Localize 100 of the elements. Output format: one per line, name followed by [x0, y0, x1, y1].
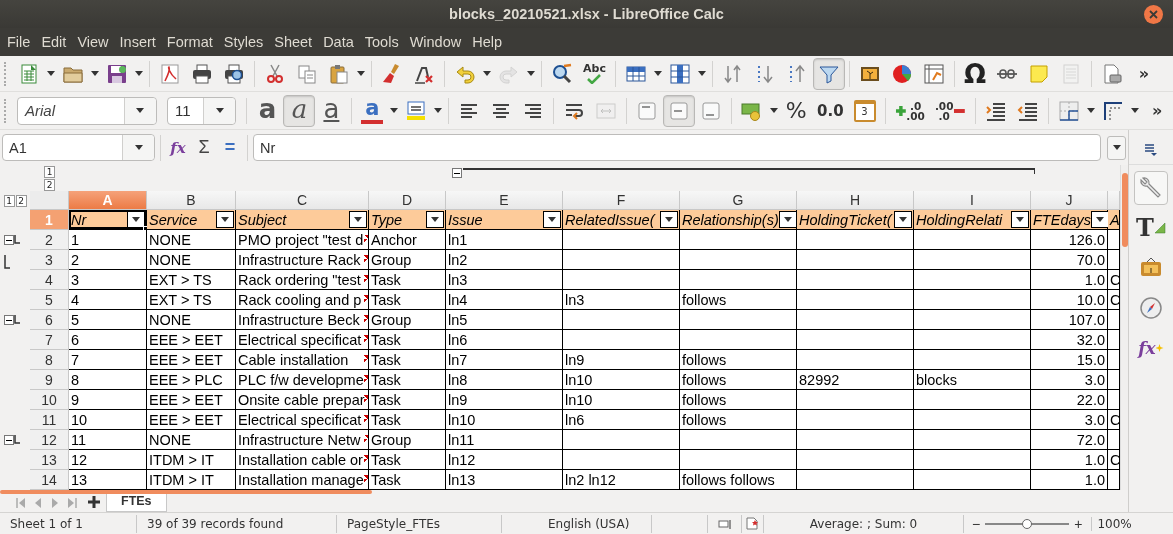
spreadsheet-cell[interactable]: 10.0	[1031, 290, 1108, 310]
functions-button[interactable]: fx	[1134, 331, 1168, 365]
menu-item[interactable]: Insert	[118, 34, 162, 50]
filter-dropdown-button[interactable]	[127, 211, 145, 228]
formula-input-field[interactable]: Nr	[253, 134, 1101, 161]
spreadsheet-cell[interactable]: 70.0	[1031, 250, 1108, 270]
spreadsheet-cell[interactable]: EEE > EET	[147, 330, 236, 350]
spreadsheet-cell[interactable]: EXT > TS	[147, 270, 236, 290]
font-name-field[interactable]: Arial	[17, 96, 157, 125]
spreadsheet-cell[interactable]: Infrastructure Netw	[236, 430, 369, 450]
spreadsheet-cell[interactable]	[1108, 330, 1120, 350]
name-box-field[interactable]: A1	[2, 134, 155, 161]
spreadsheet-cell[interactable]: 7	[69, 350, 147, 370]
sum-button[interactable]: Σ	[192, 134, 216, 161]
spreadsheet-cell[interactable]: Installation cable or	[236, 450, 369, 470]
spreadsheet-cell[interactable]: 9	[69, 390, 147, 410]
spreadsheet-cell[interactable]: 12	[69, 450, 147, 470]
column-header[interactable]: J	[1031, 191, 1108, 210]
collapse-button[interactable]	[4, 315, 14, 325]
spreadsheet-cell[interactable]: Task	[369, 270, 446, 290]
spreadsheet-cell[interactable]: Task	[369, 330, 446, 350]
filter-dropdown-button[interactable]	[1091, 211, 1109, 228]
spreadsheet-cell[interactable]: 32.0	[1031, 330, 1108, 350]
filter-dropdown-button[interactable]	[426, 211, 444, 228]
spreadsheet-cell[interactable]: 15.0	[1031, 350, 1108, 370]
spreadsheet-cell[interactable]	[563, 450, 680, 470]
spreadsheet-cell[interactable]: C	[1108, 410, 1120, 430]
spreadsheet-cell[interactable]: C	[1108, 290, 1120, 310]
close-button[interactable]	[1144, 5, 1163, 24]
row-header[interactable]: 3	[30, 250, 69, 270]
spreadsheet-cell[interactable]: NONE	[147, 430, 236, 450]
spreadsheet-cell[interactable]: Group	[369, 430, 446, 450]
spreadsheet-cell[interactable]: Task	[369, 470, 446, 490]
spreadsheet-cell[interactable]: ln2	[446, 250, 563, 270]
bold-button[interactable]: a	[251, 94, 284, 127]
row-header[interactable]: 6	[30, 310, 69, 330]
spreadsheet-cell[interactable]: Onsite cable prepar	[236, 390, 369, 410]
special-character-button[interactable]: Ω	[958, 57, 992, 90]
font-size-field[interactable]: 11	[166, 96, 237, 125]
spreadsheet-cell[interactable]: 13	[69, 470, 147, 490]
spreadsheet-cell[interactable]	[797, 230, 914, 250]
spreadsheet-cell[interactable]: EXT > TS	[147, 290, 236, 310]
spreadsheet-cell[interactable]: 10	[69, 410, 147, 430]
row-header[interactable]: 11	[30, 410, 69, 430]
spreadsheet-cell[interactable]: Electrical specificat	[236, 330, 369, 350]
zoom-in-button[interactable]: +	[1074, 515, 1083, 532]
row-header[interactable]: 5	[30, 290, 69, 310]
filter-dropdown-button[interactable]	[778, 211, 797, 228]
spreadsheet-cell[interactable]: ln5	[446, 310, 563, 330]
spreadsheet-cell[interactable]: NONE	[147, 310, 236, 330]
spreadsheet-cell[interactable]: follows	[680, 370, 797, 390]
spreadsheet-cell[interactable]	[914, 290, 1031, 310]
spreadsheet-cell[interactable]	[563, 310, 680, 330]
spreadsheet-cell[interactable]	[1108, 250, 1120, 270]
percent-button[interactable]: %	[780, 94, 813, 127]
spreadsheet-cell[interactable]	[680, 230, 797, 250]
spreadsheet-cell[interactable]: 107.0	[1031, 310, 1108, 330]
spreadsheet-cell[interactable]	[914, 430, 1031, 450]
spreadsheet-cell[interactable]: 3.0	[1031, 370, 1108, 390]
spreadsheet-cell[interactable]: ln6	[563, 410, 680, 430]
spreadsheet-cell[interactable]: Group	[369, 310, 446, 330]
spreadsheet-cell[interactable]: 11	[69, 430, 147, 450]
spreadsheet-cell[interactable]	[914, 470, 1031, 490]
spreadsheet-cell[interactable]: ln3	[446, 270, 563, 290]
spreadsheet-cell[interactable]: follows follows	[680, 470, 797, 490]
spreadsheet-cell[interactable]: Infrastructure Beck	[236, 310, 369, 330]
spreadsheet-cell[interactable]: Rack ordering "test	[236, 270, 369, 290]
menu-item[interactable]: Styles	[222, 34, 270, 50]
spreadsheet-cell[interactable]: Group	[369, 250, 446, 270]
spreadsheet-cell[interactable]	[1108, 350, 1120, 370]
spreadsheet-cell[interactable]: Task	[369, 450, 446, 470]
spreadsheet-cell[interactable]: Rack cooling and p	[236, 290, 369, 310]
more-button[interactable]: »	[1128, 57, 1161, 90]
spreadsheet-cell[interactable]: ln3	[563, 290, 680, 310]
menu-item[interactable]: Sheet	[273, 34, 319, 50]
menu-item[interactable]: View	[76, 34, 115, 50]
spreadsheet-cell[interactable]: ln12	[446, 450, 563, 470]
spreadsheet-cell[interactable]: PLC f/w developme	[236, 370, 369, 390]
spreadsheet-cell[interactable]: blocks	[914, 370, 1031, 390]
spreadsheet-cell[interactable]: PMO project "test d	[236, 230, 369, 250]
formula-button[interactable]: =	[218, 134, 242, 161]
column-header[interactable]: I	[914, 191, 1031, 210]
spreadsheet-cell[interactable]: ln7	[446, 350, 563, 370]
spreadsheet-cell[interactable]	[1108, 310, 1120, 330]
filter-dropdown-button[interactable]	[660, 211, 678, 228]
spreadsheet-cell[interactable]: ln4	[446, 290, 563, 310]
spreadsheet-cell[interactable]	[1108, 470, 1120, 490]
spreadsheet-cell[interactable]: 5	[69, 310, 147, 330]
spreadsheet-cell[interactable]: Electrical specificat	[236, 410, 369, 430]
spreadsheet-cell[interactable]	[1108, 230, 1120, 250]
outline-level-button[interactable]: 1	[3, 194, 15, 207]
column-header[interactable]: H	[797, 191, 914, 210]
spreadsheet-cell[interactable]: Installation manage	[236, 470, 369, 490]
outline-level-button[interactable]: 1	[44, 165, 55, 178]
spreadsheet-cell[interactable]	[914, 330, 1031, 350]
row-header[interactable]: 8	[30, 350, 69, 370]
properties-button[interactable]	[1134, 171, 1168, 205]
spelling-button[interactable]: Abc	[578, 57, 611, 90]
spreadsheet-cell[interactable]: 3	[69, 270, 147, 290]
collapse-button[interactable]	[4, 235, 14, 245]
